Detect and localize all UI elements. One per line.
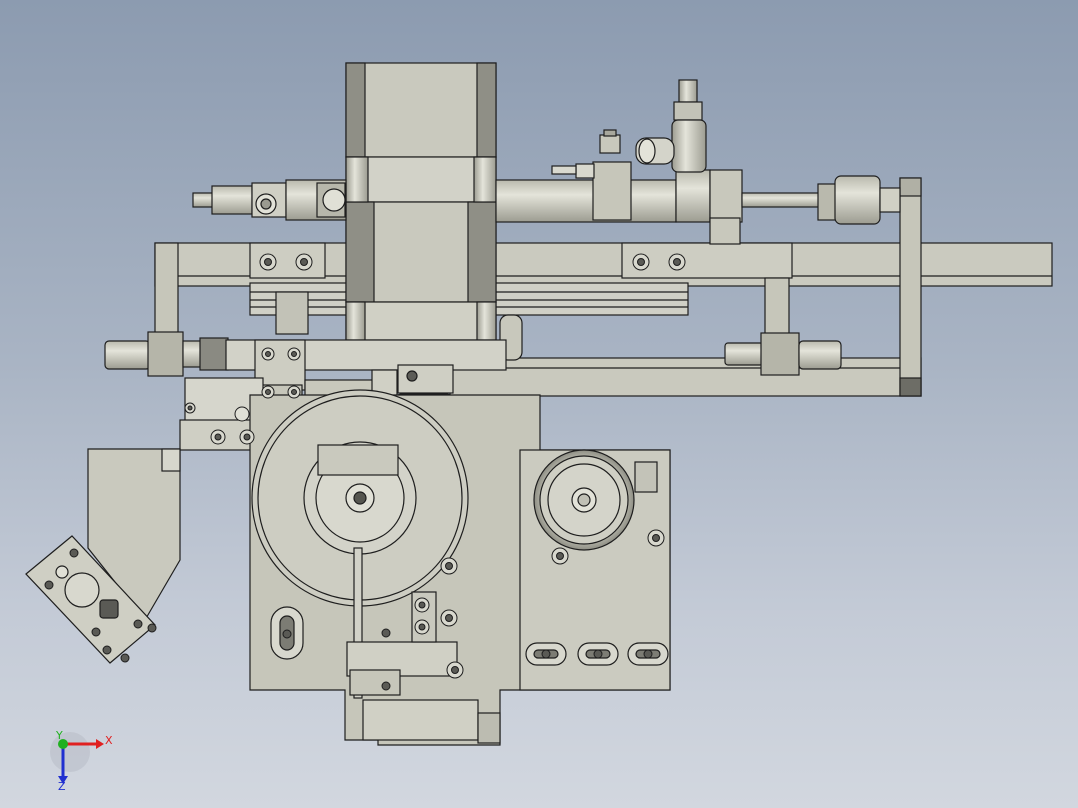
y-axis-label: Y <box>55 729 63 742</box>
screw-icon <box>381 628 391 638</box>
screw-icon <box>643 649 653 659</box>
screw-icon <box>234 406 250 422</box>
screw-icon <box>210 429 226 445</box>
screw-icon <box>120 653 130 663</box>
pneumatic-cylinder-top[interactable] <box>192 129 901 245</box>
x-axis-arrowhead <box>96 739 104 749</box>
screw-icon <box>440 557 458 575</box>
cad-viewport[interactable]: X Y Z <box>0 0 1078 808</box>
screw-icon <box>69 548 79 558</box>
screw-icon <box>261 347 275 361</box>
x-axis-label: X <box>105 734 113 747</box>
z-axis-label: Z <box>58 780 66 793</box>
screw-icon <box>551 547 569 565</box>
screw-icon <box>102 645 112 655</box>
screw-icon <box>147 623 157 633</box>
screw-icon <box>647 529 665 547</box>
screw-icon <box>295 253 313 271</box>
screw-icon <box>91 627 101 637</box>
screw-icon <box>541 649 551 659</box>
machine-assembly[interactable] <box>25 62 1053 746</box>
air-fitting-elbow[interactable] <box>635 79 707 173</box>
screw-icon <box>133 619 143 629</box>
stepper-motor[interactable] <box>345 62 497 341</box>
angled-chute[interactable] <box>25 448 181 664</box>
screw-icon <box>261 385 275 399</box>
coordinate-triad: X Y Z <box>50 729 113 793</box>
screw-icon <box>184 402 196 414</box>
screw-icon <box>446 661 464 679</box>
screw-icon <box>593 649 603 659</box>
screw-icon <box>381 681 391 691</box>
screw-icon <box>440 609 458 627</box>
screw-icon <box>287 347 301 361</box>
left-side-cylinder[interactable] <box>104 331 229 377</box>
screw-icon <box>668 253 686 271</box>
screw-icon <box>282 629 292 639</box>
screw-icon <box>632 253 650 271</box>
screw-icon <box>259 253 277 271</box>
screw-icon <box>414 597 430 613</box>
screw-icon <box>414 619 430 635</box>
screw-icon <box>287 385 301 399</box>
screw-icon <box>239 429 255 445</box>
screw-icon <box>44 580 54 590</box>
